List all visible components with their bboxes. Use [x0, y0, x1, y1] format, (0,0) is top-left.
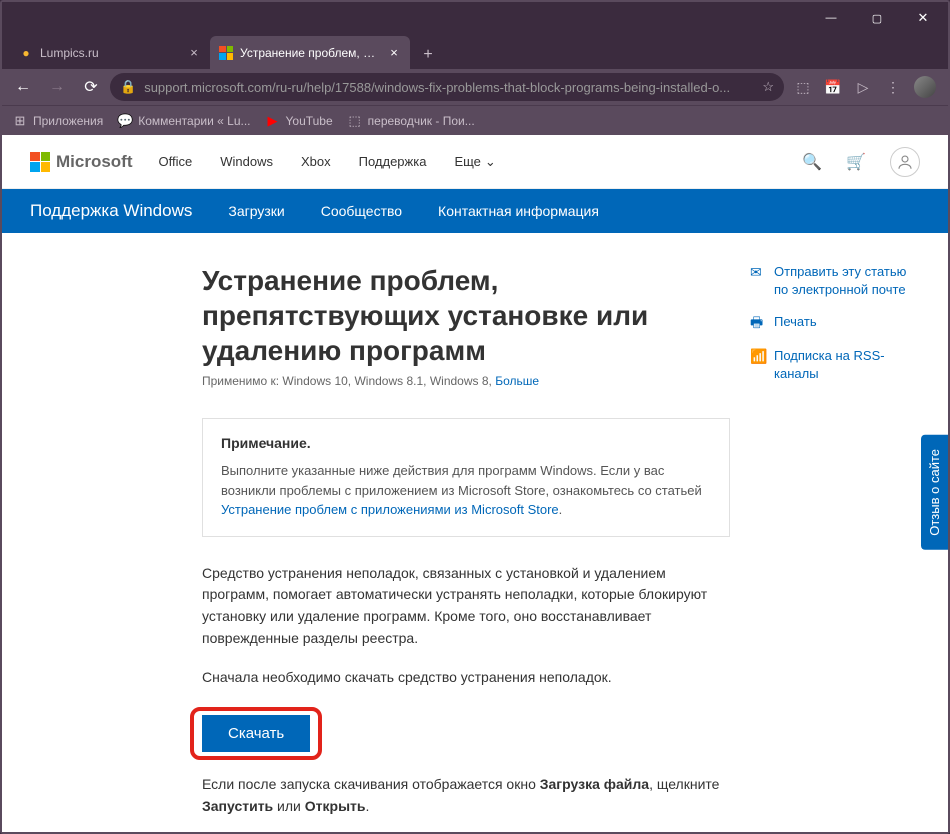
menu-icon[interactable]: ⋮ — [884, 78, 902, 96]
close-icon[interactable]: × — [186, 45, 202, 61]
user-avatar[interactable] — [890, 147, 920, 177]
window-minimize[interactable]: — — [808, 2, 854, 34]
translator-bookmark[interactable]: ⬚переводчик - Пои... — [347, 113, 475, 129]
forward-button[interactable]: → — [42, 72, 72, 102]
note-text: Выполните указанные ниже действия для пр… — [221, 461, 711, 520]
note-box: Примечание. Выполните указанные ниже дей… — [202, 418, 730, 537]
ms-header: Microsoft Office Windows Xbox Поддержка … — [2, 135, 948, 189]
paragraph-2: Сначала необходимо скачать средство устр… — [202, 667, 730, 689]
nav-windows[interactable]: Windows — [220, 154, 273, 170]
apps-bookmark[interactable]: ⊞Приложения — [12, 113, 103, 129]
apps-icon: ⊞ — [12, 113, 28, 129]
back-button[interactable]: ← — [8, 72, 38, 102]
profile-avatar[interactable] — [914, 76, 936, 98]
subnav-contact[interactable]: Контактная информация — [438, 203, 599, 219]
comment-icon: 💬 — [117, 113, 133, 129]
nav-office[interactable]: Office — [159, 154, 193, 170]
email-icon: ✉ — [750, 263, 766, 299]
store-troubleshoot-link[interactable]: Устранение проблем с приложениями из Mic… — [221, 502, 559, 517]
email-article-link[interactable]: ✉Отправить эту статью по электронной поч… — [750, 263, 920, 299]
subnav-community[interactable]: Сообщество — [321, 203, 402, 219]
tab-title: Устранение проблем, препятст — [240, 46, 380, 60]
address-bar[interactable]: 🔒 support.microsoft.com/ru-ru/help/17588… — [110, 73, 784, 101]
translator-icon: ⬚ — [347, 113, 363, 129]
nav-more[interactable]: Еще ⌄ — [454, 154, 495, 170]
cart-icon[interactable]: 🛒 — [846, 152, 866, 172]
nav-xbox[interactable]: Xbox — [301, 154, 331, 170]
tab-title: Lumpics.ru — [40, 46, 180, 60]
rss-link[interactable]: 📶Подписка на RSS-каналы — [750, 347, 920, 383]
lock-icon: 🔒 — [120, 79, 136, 95]
window-close[interactable]: ✕ — [900, 2, 946, 34]
extension-icon[interactable]: ⬚ — [794, 78, 812, 96]
support-title[interactable]: Поддержка Windows — [30, 201, 192, 221]
close-icon[interactable]: × — [386, 45, 402, 61]
subnav-downloads[interactable]: Загрузки — [228, 203, 284, 219]
play-extension-icon[interactable]: ▷ — [854, 78, 872, 96]
support-subnav: Поддержка Windows Загрузки Сообщество Ко… — [2, 189, 948, 233]
paragraph-3: Если после запуска скачивания отображает… — [202, 774, 730, 817]
tab-strip: ● Lumpics.ru × Устранение проблем, препя… — [2, 34, 948, 69]
paragraph-1: Средство устранения неполадок, связанных… — [202, 563, 730, 650]
note-title: Примечание. — [221, 435, 711, 451]
star-icon[interactable]: ☆ — [762, 79, 774, 95]
applies-more-link[interactable]: Больше — [495, 374, 539, 388]
reload-button[interactable]: ⟳ — [76, 72, 106, 102]
chevron-down-icon: ⌄ — [485, 154, 496, 170]
tab-lumpics[interactable]: ● Lumpics.ru × — [10, 36, 210, 69]
youtube-icon: ▶ — [265, 113, 281, 129]
comments-bookmark[interactable]: 💬Комментарии « Lu... — [117, 113, 250, 129]
print-link[interactable]: 🖶Печать — [750, 313, 920, 333]
ms-logo-icon — [30, 152, 50, 172]
window-maximize[interactable]: ▢ — [854, 2, 900, 34]
favicon-icon — [218, 45, 234, 61]
applies-to: Применимо к: Windows 10, Windows 8.1, Wi… — [202, 374, 730, 388]
print-icon: 🖶 — [750, 313, 766, 333]
url-text: support.microsoft.com/ru-ru/help/17588/w… — [144, 80, 754, 95]
article-main: Устранение проблем, препятствующих устан… — [202, 263, 730, 832]
tab-ms-support[interactable]: Устранение проблем, препятст × — [210, 36, 410, 69]
rss-icon: 📶 — [750, 347, 766, 383]
article-sidebar: ✉Отправить эту статью по электронной поч… — [750, 263, 920, 832]
calendar-extension-icon[interactable]: 📅 — [824, 78, 842, 96]
download-button[interactable]: Скачать — [202, 715, 310, 752]
new-tab-button[interactable]: + — [414, 41, 442, 69]
nav-support[interactable]: Поддержка — [359, 154, 427, 170]
favicon-icon: ● — [18, 45, 34, 61]
bookmarks-bar: ⊞Приложения 💬Комментарии « Lu... ▶YouTub… — [2, 105, 948, 135]
youtube-bookmark[interactable]: ▶YouTube — [265, 113, 333, 129]
microsoft-logo[interactable]: Microsoft — [30, 152, 133, 172]
feedback-tab[interactable]: Отзыв о сайте — [921, 435, 948, 550]
article-title: Устранение проблем, препятствующих устан… — [202, 263, 730, 368]
search-icon[interactable]: 🔍 — [802, 152, 822, 172]
